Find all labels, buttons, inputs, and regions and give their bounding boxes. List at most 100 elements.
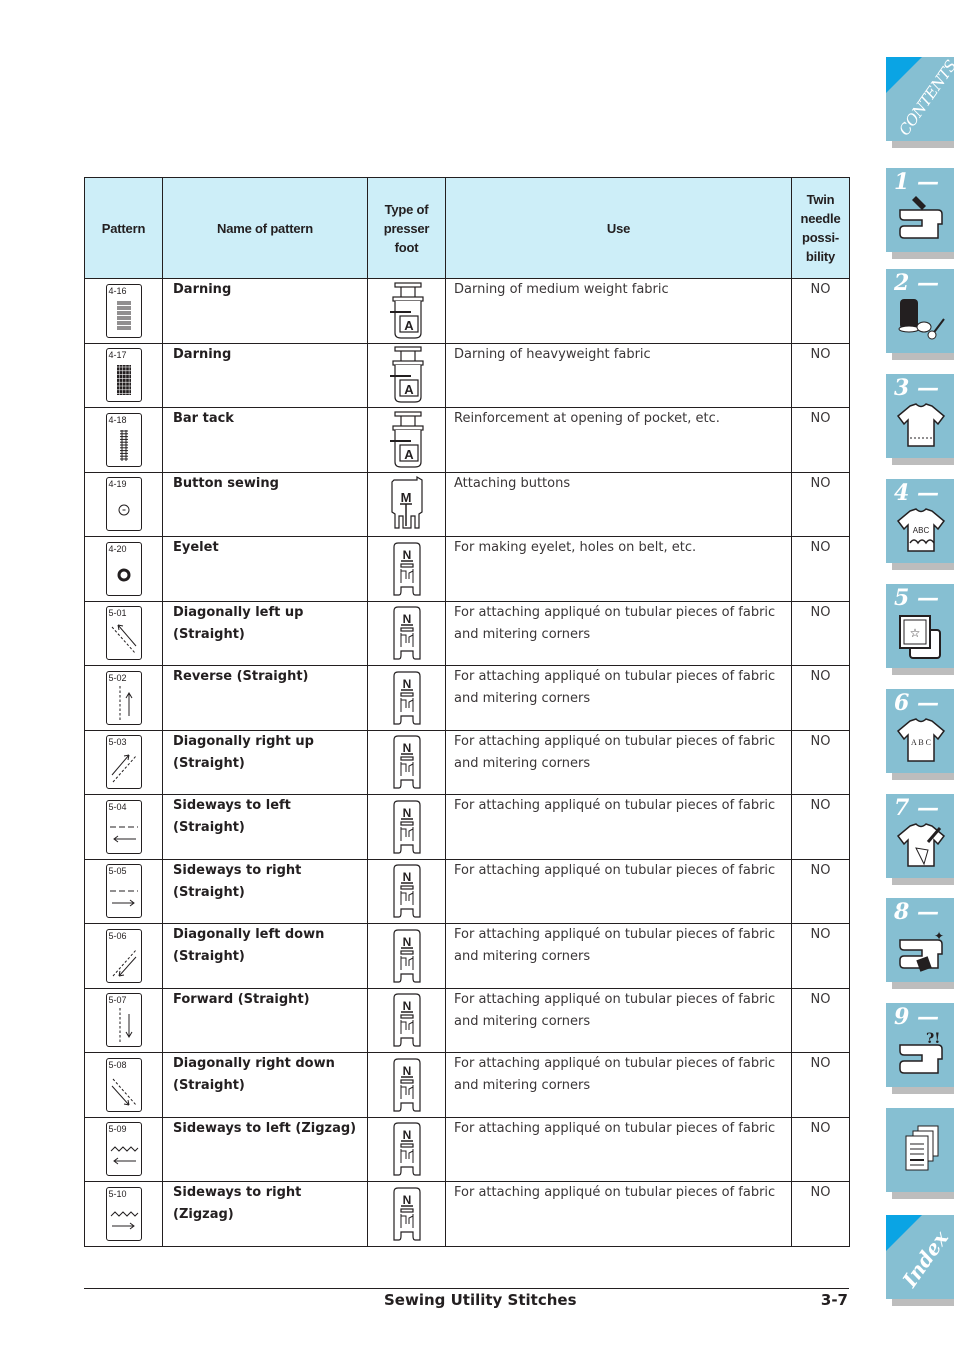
tab-chapter-label: 8 — <box>894 899 939 925</box>
presser-foot-cell: N <box>367 858 446 924</box>
svg-text:A B C: A B C <box>911 738 931 747</box>
side-tab-chapter-9[interactable]: 9 —?! <box>886 1003 954 1087</box>
pattern-use: For attaching appliqué on tubular pieces… <box>445 665 792 731</box>
pattern-name: Darning <box>162 342 368 408</box>
presser-foot-a-icon: A <box>389 411 424 468</box>
table-row: 5-02 Reverse (Straight) N For attaching … <box>84 665 850 731</box>
pattern-code: 4-16 <box>108 285 127 296</box>
svg-text:?!: ?! <box>926 1031 940 1047</box>
table-row: 5-01 Diagonally left up (Straight) N For… <box>84 600 850 666</box>
pattern-cell: 4-16 <box>84 278 163 344</box>
pattern-use: For attaching appliqué on tubular pieces… <box>445 1052 792 1118</box>
svg-text:N: N <box>402 999 411 1013</box>
footer-page-number: 3-7 <box>820 1291 848 1309</box>
button-stitch-icon <box>118 504 129 516</box>
stitch-pattern-key: 4-20 <box>105 541 142 596</box>
side-left-stitch-icon <box>109 826 138 843</box>
table-row: 5-06 Diagonally left down (Straight) N Fo… <box>84 923 850 989</box>
twin-needle-value: NO <box>791 600 850 666</box>
darning-dense-stitch-icon <box>116 365 131 396</box>
stitch-pattern-key: 5-04 <box>105 799 142 854</box>
svg-text:☆: ☆ <box>910 626 921 640</box>
side-tab-chapter-5[interactable]: 5 — ☆ <box>886 584 954 668</box>
pattern-use: For attaching appliqué on tubular pieces… <box>445 858 792 924</box>
svg-text:A: A <box>404 447 414 462</box>
presser-foot-n-icon: N <box>392 1058 421 1112</box>
zigzag-left-stitch-icon <box>110 1146 138 1165</box>
svg-text:N: N <box>402 1193 411 1207</box>
tab-shadow <box>892 773 954 780</box>
side-tab-chapter-2[interactable]: 2 — <box>886 269 954 353</box>
side-tab-chapter-1[interactable]: 1 — <box>886 168 954 252</box>
presser-foot-n-icon: N <box>392 1122 421 1176</box>
presser-foot-cell: N <box>367 665 446 731</box>
pattern-code: 5-01 <box>108 608 127 619</box>
stitch-pattern-key: 4-17 <box>105 348 142 403</box>
twin-needle-value: NO <box>791 665 850 731</box>
pattern-code: 5-03 <box>108 737 127 748</box>
tab-chapter-label: 3 — <box>894 375 939 401</box>
svg-text:N: N <box>402 741 411 755</box>
pattern-name: Forward (Straight) <box>162 987 368 1053</box>
pattern-cell: 5-09 <box>84 1116 163 1182</box>
table-header-row: Pattern Name of pattern Type of presser fo… <box>84 177 850 279</box>
pattern-code: 4-20 <box>108 543 127 554</box>
side-tab-chapter-6[interactable]: 6 — A B C <box>886 689 954 773</box>
tab-chapter-label: 5 — <box>894 585 939 611</box>
presser-foot-cell: N <box>367 1181 446 1247</box>
stitch-pattern-key: 5-03 <box>105 735 142 790</box>
svg-text:N: N <box>402 935 411 949</box>
table-row: 5-08 Diagonally right down (Straight) N F… <box>84 1052 850 1118</box>
twin-needle-value: NO <box>791 407 850 473</box>
stitch-pattern-key: 5-09 <box>105 1122 142 1177</box>
twin-needle-value: NO <box>791 536 850 602</box>
stitch-pattern-key: 4-19 <box>105 477 142 532</box>
pattern-name: Diagonally right down (Straight) <box>162 1052 368 1118</box>
pattern-name: Reverse (Straight) <box>162 665 368 731</box>
table-row: 5-04 Sideways to left (Straight) N For a… <box>84 794 850 860</box>
side-tab-other[interactable] <box>886 1108 954 1192</box>
pattern-name: Sideways to left (Zigzag) <box>162 1116 368 1182</box>
pattern-cell: 5-03 <box>84 729 163 795</box>
header-foot: Type of presser foot <box>367 177 446 279</box>
side-right-stitch-icon <box>109 890 138 907</box>
presser-foot-n-icon: N <box>392 606 421 660</box>
table-row: 5-03 Diagonally right up (Straight) N For… <box>84 729 850 795</box>
tab-chapter-label: 1 — <box>894 169 939 195</box>
pattern-cell: 5-02 <box>84 665 163 731</box>
side-tab-chapter-8[interactable]: 8 — ✦ <box>886 898 954 982</box>
tab-shadow <box>892 982 954 989</box>
pattern-cell: 5-08 <box>84 1052 163 1118</box>
side-tab-chapter-7[interactable]: 7 — <box>886 794 954 878</box>
twin-needle-value: NO <box>791 794 850 860</box>
header-use: Use <box>445 177 792 279</box>
presser-foot-cell: N <box>367 987 446 1053</box>
table-row: 4-17 Darning A Darning of heavyweight fa… <box>84 342 850 408</box>
tab-shadow <box>892 563 954 570</box>
tab-shadow <box>892 1192 954 1199</box>
presser-foot-cell: M <box>367 471 446 537</box>
pattern-cell: 5-05 <box>84 858 163 924</box>
pattern-use: For attaching appliqué on tubular pieces… <box>445 1116 792 1182</box>
svg-text:N: N <box>402 1128 411 1142</box>
side-tab-chapter-3[interactable]: 3 — <box>886 374 954 458</box>
tab-chapter-label: 2 — <box>894 270 939 296</box>
svg-text:ABC: ABC <box>913 526 930 535</box>
tab-corner-accent <box>886 57 922 93</box>
embroidery-frame-icon: ☆ <box>899 615 941 659</box>
pattern-name: Bar tack <box>162 407 368 473</box>
twin-needle-value: NO <box>791 471 850 537</box>
side-tab-chapter-4[interactable]: 4 — ABC <box>886 479 954 563</box>
pattern-name: Button sewing <box>162 471 368 537</box>
pattern-name: Sideways to right (Straight) <box>162 858 368 924</box>
svg-text:N: N <box>402 548 411 562</box>
shirt-stitch-icon <box>896 403 946 447</box>
stitch-pattern-key: 5-06 <box>105 928 142 983</box>
pattern-code: 5-07 <box>108 995 127 1006</box>
side-tab-index[interactable]: Index <box>886 1215 954 1299</box>
side-tab-contents[interactable]: CONTENTS <box>886 57 954 141</box>
pattern-code: 5-05 <box>108 866 127 877</box>
twin-needle-value: NO <box>791 923 850 989</box>
footer-rule <box>84 1288 849 1289</box>
pattern-use: Darning of heavyweight fabric <box>445 342 792 408</box>
